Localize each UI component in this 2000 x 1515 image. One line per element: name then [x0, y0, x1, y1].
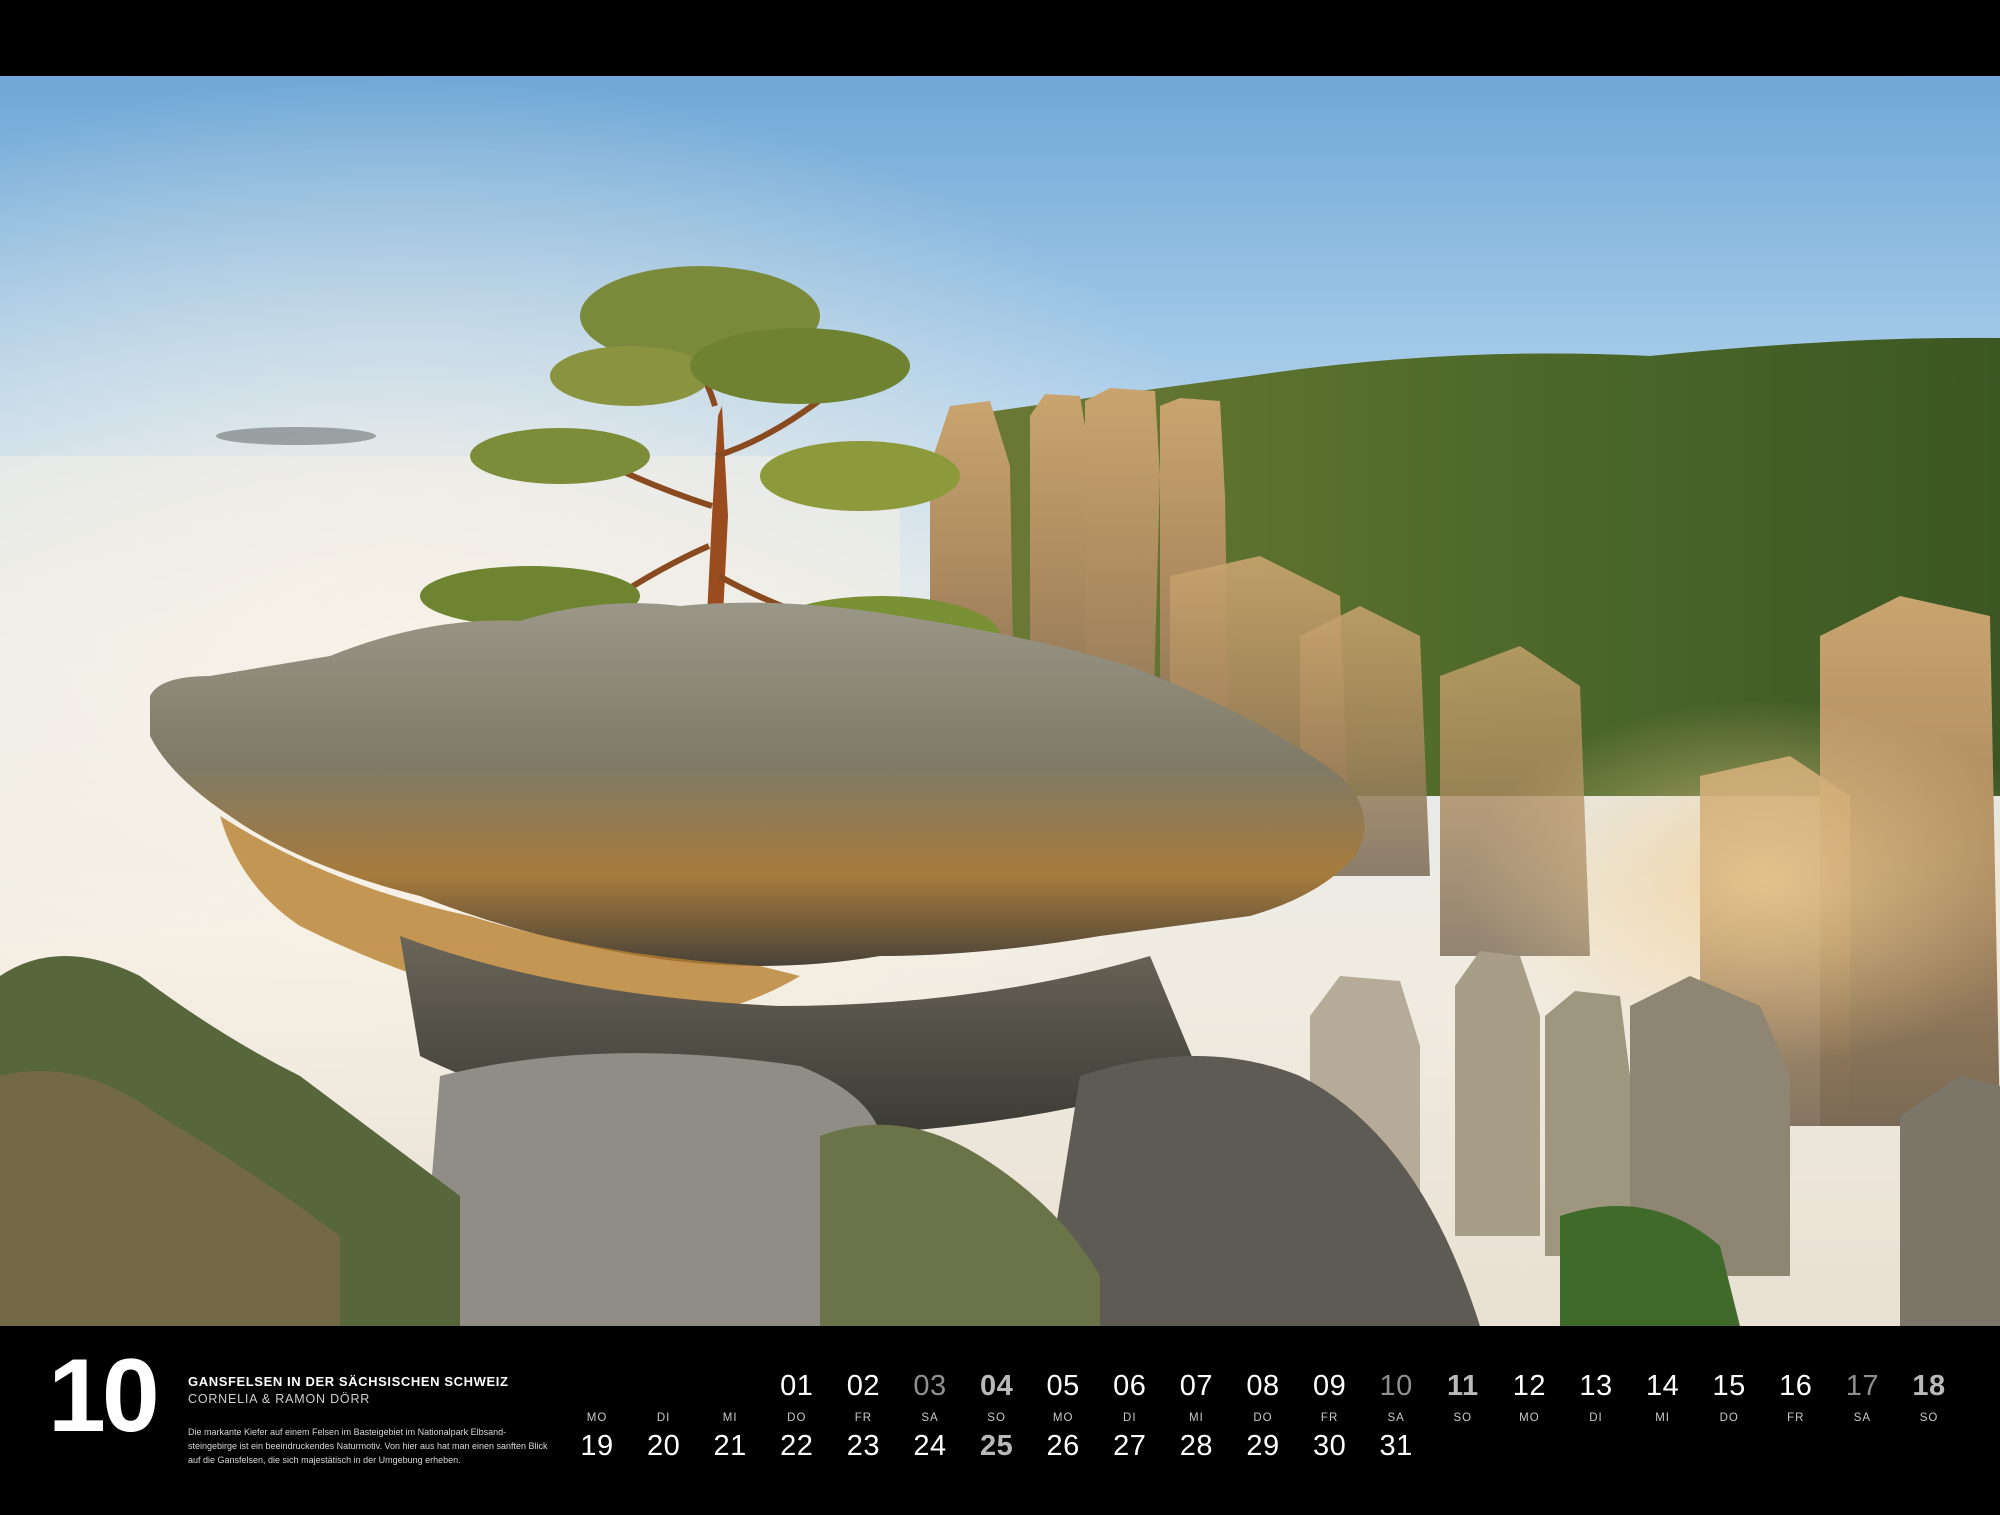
day-cell: 18	[1912, 1370, 1946, 1402]
weekday-label: FR	[1320, 1412, 1339, 1424]
weekday-label: MO	[1052, 1412, 1074, 1424]
weekday-label: MI	[722, 1412, 738, 1424]
day-cell: 24	[913, 1430, 947, 1462]
weekday-label: DO	[1719, 1412, 1739, 1424]
day-cell: 19	[580, 1430, 614, 1462]
day-cell: 22	[780, 1430, 814, 1462]
weekday-label: DO	[787, 1412, 807, 1424]
day-cell: 13	[1579, 1370, 1613, 1402]
landscape-photo	[0, 76, 2000, 1326]
weekday-label: DI	[1589, 1412, 1603, 1424]
weekday-label: SA	[1853, 1412, 1872, 1424]
day-cell: 21	[713, 1430, 747, 1462]
day-cell: 06	[1113, 1370, 1147, 1402]
day-cell: 05	[1046, 1370, 1080, 1402]
day-cell: 31	[1379, 1430, 1413, 1462]
day-cell: 08	[1246, 1370, 1280, 1402]
weekday-label: DI	[1123, 1412, 1137, 1424]
weekday-label: SA	[921, 1412, 939, 1424]
day-cell: 09	[1312, 1370, 1347, 1402]
day-cell: 25	[979, 1430, 1014, 1462]
day-cell: 26	[1046, 1430, 1080, 1462]
day-cell: 16	[1779, 1370, 1813, 1402]
day-cell: 01	[780, 1370, 814, 1402]
day-cell: 20	[646, 1430, 681, 1462]
weekday-label: SO	[987, 1412, 1006, 1424]
weekday-label: DI	[656, 1412, 671, 1424]
weekday-label: SO	[1919, 1412, 1939, 1424]
weekday-label: MO	[1519, 1412, 1540, 1424]
day-cell: 27	[1113, 1430, 1147, 1462]
top-black-bar	[0, 0, 2000, 76]
weekday-label: FR	[1787, 1412, 1805, 1424]
weekday-label: SA	[1387, 1412, 1405, 1424]
day-cell: 07	[1179, 1370, 1214, 1402]
day-cell: 12	[1512, 1370, 1547, 1402]
day-cell: 10	[1379, 1370, 1413, 1402]
day-cell: 28	[1179, 1430, 1214, 1462]
day-cell: 02	[846, 1370, 881, 1402]
day-cell: 29	[1246, 1430, 1280, 1462]
calendar-grid: MO 19 DI 20 MI 21 DO 01 22 FR 02 23 SA 03 24 SO 04 25 MO 05…	[0, 1326, 2000, 1515]
weekday-label: SO	[1453, 1412, 1473, 1424]
weekday-label: FR	[854, 1412, 873, 1424]
day-cell: 03	[913, 1370, 947, 1402]
weekday-label: MI	[1655, 1412, 1670, 1424]
day-cell: 17	[1845, 1370, 1880, 1402]
weekday-label: MO	[586, 1412, 608, 1424]
day-cell: 23	[846, 1430, 881, 1462]
calendar-strip: 10 GANSFELSEN IN DER SÄCHSISCHEN SCHWEIZ…	[0, 1326, 2000, 1515]
weekday-label: DO	[1253, 1412, 1273, 1424]
weekday-label: MI	[1189, 1412, 1204, 1424]
day-cell: 11	[1446, 1370, 1479, 1402]
day-cell: 14	[1645, 1370, 1680, 1402]
day-cell: 30	[1312, 1430, 1347, 1462]
day-cell: 15	[1712, 1370, 1746, 1402]
day-cell: 04	[979, 1370, 1014, 1402]
